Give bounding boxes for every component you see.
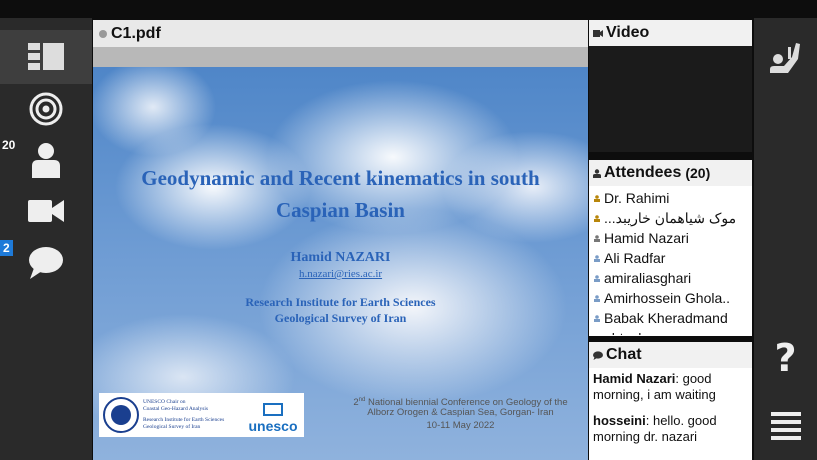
slide-author: Hamid NAZARI: [290, 250, 391, 265]
video-feed-area: [589, 46, 752, 152]
slide-email-link[interactable]: h.nazari@ries.ac.ir: [93, 268, 588, 280]
chat-panel: Chat Hamid Nazari: good morning, i am wa…: [589, 342, 752, 460]
user-icon: [594, 314, 600, 322]
chat-bubble-icon: [29, 247, 63, 279]
presentation-slide: Geodynamic and Recent kinematics in sout…: [93, 67, 588, 460]
app-root: 20 2 C1.pdf Geodynamic and Recent kinema…: [0, 0, 817, 460]
share-button[interactable]: [0, 82, 92, 136]
host-user-icon: [594, 214, 600, 222]
host-user-icon: [594, 194, 600, 202]
attendee-list[interactable]: Dr. Rahimi ...موک شیاهمان خاریبد Hamid N…: [589, 186, 752, 335]
attendees-count: (20): [685, 165, 711, 181]
chat-message: hosseini: hello. good morning dr. nazari: [593, 413, 748, 445]
attendee-item[interactable]: amiraliasghari: [594, 268, 752, 288]
chat-messages[interactable]: Hamid Nazari: good morning, i am waiting…: [589, 368, 752, 458]
right-toolbar: ?: [754, 18, 817, 460]
attendees-panel-header: Attendees (20): [589, 160, 752, 186]
attendee-item[interactable]: ahtesham: [594, 328, 752, 335]
chat-panel-header: Chat: [589, 342, 752, 368]
help-button[interactable]: ?: [754, 336, 817, 380]
hamburger-menu-icon: [770, 412, 801, 440]
attendees-panel-title: Attendees: [604, 164, 682, 181]
user-icon: [594, 294, 600, 302]
document-header: C1.pdf: [93, 20, 588, 47]
chat-sender: Hamid Nazari: [593, 371, 676, 386]
slide-institute-line1: Research Institute for Earth Sciences: [245, 295, 436, 309]
attendees-panel: Attendees (20) Dr. Rahimi ...موک شیاهمان…: [589, 160, 752, 336]
conference-line3: 10-11 May 2022: [426, 420, 495, 431]
left-toolbar: 20 2: [0, 18, 92, 460]
attendee-item[interactable]: Ali Radfar: [594, 248, 752, 268]
chat-panel-title: Chat: [606, 346, 642, 363]
attendee-item[interactable]: ...موک شیاهمان خاریبد: [594, 208, 752, 228]
document-toolbar-strip: [93, 47, 588, 67]
attendee-item[interactable]: Babak Kheradmand: [594, 308, 752, 328]
video-small-icon: [593, 29, 603, 37]
slide-title-line2: Caspian Basin: [276, 198, 405, 222]
raise-hand-icon: [769, 43, 800, 73]
target-icon: [29, 92, 63, 126]
video-button[interactable]: [0, 184, 92, 238]
chair-logo-text: UNESCO Chair on Coastal Geo-Hazard Analy…: [143, 399, 225, 430]
user-icon: [32, 143, 60, 178]
video-panel-title: Video: [606, 24, 650, 41]
layout-button[interactable]: [0, 30, 92, 84]
user-icon: [594, 274, 600, 282]
attendees-small-icon: [593, 168, 601, 178]
chat-message: Hamid Nazari: good morning, i am waiting: [593, 371, 748, 403]
presenter-user-icon: [594, 234, 600, 242]
slide-title-line1: Geodynamic and Recent kinematics in sout…: [141, 166, 540, 190]
video-panel: Video: [589, 20, 752, 152]
user-icon: [594, 254, 600, 262]
document-title: C1.pdf: [111, 24, 161, 42]
chat-button[interactable]: [0, 236, 92, 290]
unesco-logo: unesco: [243, 393, 303, 437]
attendees-button[interactable]: [0, 133, 92, 187]
attendee-item[interactable]: Dr. Rahimi: [594, 188, 752, 208]
video-panel-header: Video: [589, 20, 752, 46]
menu-button[interactable]: [754, 404, 817, 448]
user-icon: [596, 334, 598, 335]
layout-icon: [28, 43, 64, 70]
chat-sender: hosseini: [593, 413, 646, 428]
raise-hand-button[interactable]: [754, 32, 817, 82]
unesco-wordmark: unesco: [248, 418, 298, 434]
attendee-item[interactable]: Amirhossein Ghola..: [594, 288, 752, 308]
question-mark-icon: ?: [774, 336, 797, 380]
conference-line2: Alborz Orogen & Caspian Sea, Gorgan- Ira…: [367, 407, 554, 418]
video-camera-icon: [28, 200, 64, 222]
status-dot-icon: [99, 29, 107, 38]
institute-seal-icon: [103, 397, 139, 433]
document-panel: C1.pdf Geodynamic and Recent kinematics …: [93, 20, 588, 460]
chat-small-icon: [593, 350, 603, 360]
unesco-emblem-icon: [263, 403, 283, 416]
slide-institute-line2: Geological Survey of Iran: [274, 311, 407, 325]
attendee-item[interactable]: Hamid Nazari: [594, 228, 752, 248]
